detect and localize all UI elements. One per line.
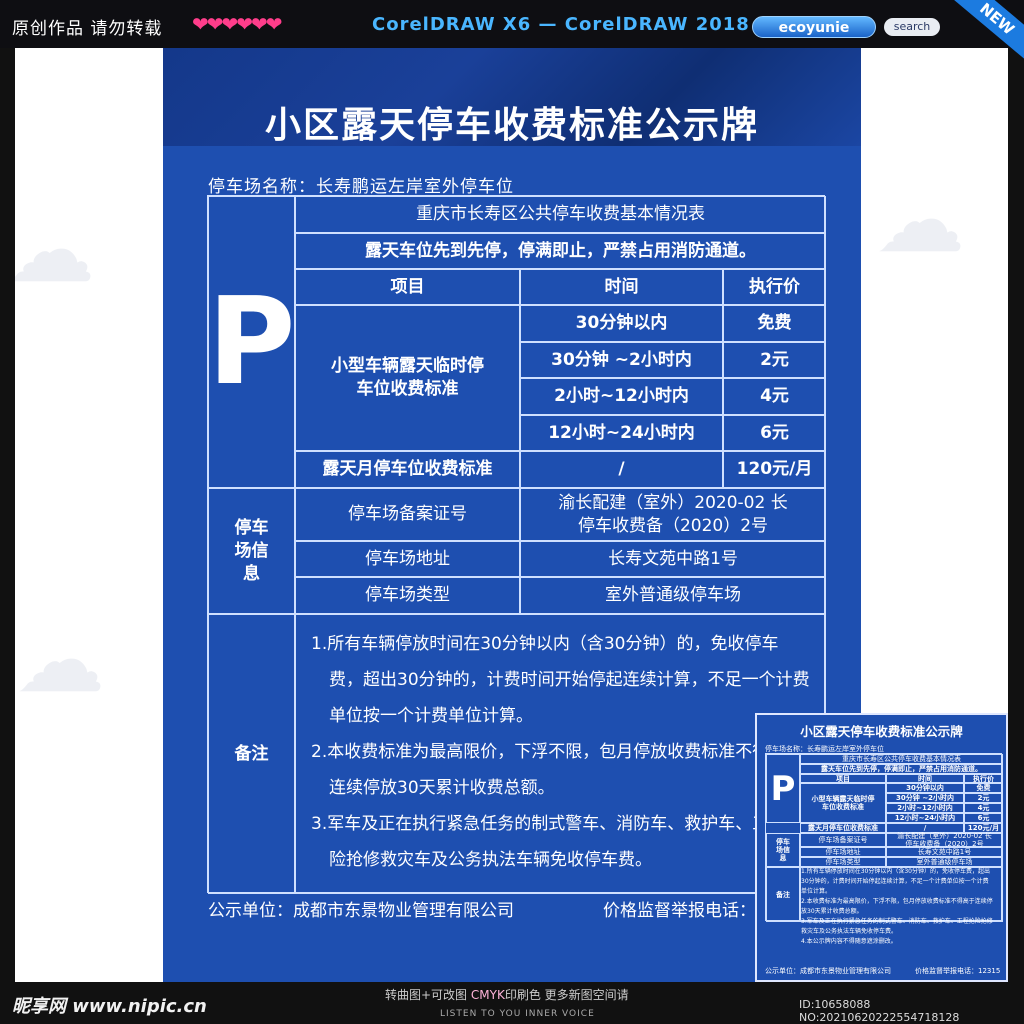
print-info-a: 转曲图+可改图 (385, 988, 471, 1002)
thumb-rate-price: 2元 (964, 793, 1003, 803)
info-value: 长寿文苑中路1号 (520, 541, 826, 577)
header-item: 项目 (295, 269, 520, 305)
rate-price: 6元 (723, 415, 826, 451)
sign-title: 小区露天停车收费标准公示牌 (264, 105, 759, 146)
thumb-info-key: 停车场类型 (800, 857, 886, 867)
rate-time: 2小时~12小时内 (520, 378, 723, 415)
thumb-rate-price: 4元 (964, 803, 1003, 813)
thumb-note: 1.所有车辆停放时间在30分钟以内（含30分钟）的，免收停车费，超出30分钟的，… (801, 868, 990, 895)
thumb-note: 4.本公示牌内容不得随意遮涂删改。 (801, 938, 897, 945)
slogan: LISTEN TO YOU INNER VOICE (440, 1009, 595, 1019)
rate-price: 4元 (723, 378, 826, 415)
top-banner: 原创作品 请勿转载 ❤❤❤❤❤❤ CorelDRAW X6 — CorelDRA… (0, 0, 1024, 65)
monthly-price: 120元/月 (723, 451, 826, 488)
parking-p-icon: P (208, 196, 295, 488)
copyright-notice: 原创作品 请勿转载 (12, 19, 163, 39)
thumb-rate-price: 6元 (964, 813, 1003, 823)
brand-button[interactable]: ecoyunie (752, 16, 876, 38)
site-watermark[interactable]: 昵享网 www.nipic.cn (12, 992, 207, 1018)
thumb-footer: 公示单位：成都市东景物业管理有限公司 价格监督举报电话：12315 (765, 966, 1005, 976)
print-info: 转曲图+可改图 CMYK印刷色 更多新图空间请 (385, 986, 629, 1003)
cmyk-label: CMYK (470, 988, 505, 1002)
preview-canvas: ☁ ☁ ☁ 小区露天停车收费标准公示牌 停车场名称：长寿鹏运左岸室外停车位 P … (15, 48, 1008, 982)
rate-time: 12小时~24小时内 (520, 415, 723, 451)
fee-table: P 重庆市长寿区公共停车收费基本情况表 露天车位先到先停，停满即止，严禁占用消防… (207, 195, 826, 894)
thumb-info-key: 停车场备案证号 (800, 833, 886, 847)
table-title: 重庆市长寿区公共停车收费基本情况表 (295, 196, 826, 233)
lot-name: 停车场名称：长寿鹏运左岸室外停车位 (208, 177, 514, 197)
thumb-info-label: 停车场信 息 (766, 833, 800, 867)
thumb-info-key: 停车场地址 (800, 847, 886, 857)
thumb-rate-time: 30分钟 ~2小时内 (886, 793, 964, 803)
parking-rule: 露天车位先到先停，停满即止，严禁占用消防通道。 (295, 233, 826, 269)
bottom-banner: 昵享网 www.nipic.cn 转曲图+可改图 CMYK印刷色 更多新图空间请… (0, 982, 1024, 1024)
info-value: 渝长配建（室外）2020-02 长停车收费备（2020）2号 (520, 488, 826, 541)
thumb-p-icon: P (766, 754, 800, 823)
thumb-rate-time: 2小时~12小时内 (886, 803, 964, 813)
thumb-notes: 1.所有车辆停放时间在30分钟以内（含30分钟）的，免收停车费，超出30分钟的，… (801, 867, 994, 947)
thumb-notes-label: 备注 (766, 867, 800, 922)
header-price: 执行价 (723, 269, 826, 305)
cloud-ornament-icon: ☁ (15, 198, 95, 303)
thumb-phone: 价格监督举报电话：12315 (915, 967, 1001, 975)
lot-info-label: 停车场信 息 (208, 488, 295, 614)
thumb-note: 2.本收费标准为最高限价，下浮不限，包月停放收费标准不得高于连续停放30天累计收… (801, 898, 993, 915)
thumb-monthly-label: 露天月停车位收费标准 (800, 823, 886, 833)
thumb-rule: 露天车位先到先停，停满即止，严禁占用消防通道。 (800, 764, 1003, 774)
thumb-info-value: 室外普通级停车场 (886, 857, 1003, 867)
monthly-time: / (520, 451, 723, 488)
info-key: 停车场地址 (295, 541, 520, 577)
notes-list: 1.所有车辆停放时间在30分钟以内（含30分钟）的，免收停车费，超出30分钟的，… (295, 614, 826, 882)
thumb-header: 时间 (886, 774, 964, 783)
thumb-temp-label: 小型车辆露天临时停车位收费标准 (800, 783, 886, 823)
note-item: 3.军车及正在执行紧急任务的制式警车、消防车、救护车、工程抢险抢修救灾车及公务执… (311, 814, 804, 870)
rate-time: 30分钟以内 (520, 305, 723, 342)
monthly-label: 露天月停车位收费标准 (295, 451, 520, 488)
info-key: 停车场备案证号 (295, 488, 520, 541)
temp-parking-label: 小型车辆露天临时停车位收费标准 (295, 305, 520, 451)
rate-price: 2元 (723, 342, 826, 378)
rate-price: 免费 (723, 305, 826, 342)
thumb-rate-time: 30分钟以内 (886, 783, 964, 793)
note-item: 1.所有车辆停放时间在30分钟以内（含30分钟）的，免收停车费，超出30分钟的，… (311, 634, 810, 726)
header-time: 时间 (520, 269, 723, 305)
thumbnail-preview: 小区露天停车收费标准公示牌 停车场名称：长寿鹏运左岸室外停车位 P 重庆市长寿区… (755, 713, 1008, 982)
cloud-ornament-icon: ☁ (15, 608, 105, 713)
notes-label: 备注 (208, 614, 295, 894)
thumb-info-value: 渝长配建（室外）2020-02 长停车收费备（2020）2号 (886, 832, 1003, 848)
print-info-c: 印刷色 更多新图空间请 (504, 988, 629, 1002)
search-button[interactable]: search (884, 18, 940, 36)
thumb-table-title: 重庆市长寿区公共停车收费基本情况表 (800, 754, 1003, 764)
thumb-publisher: 公示单位：成都市东景物业管理有限公司 (765, 967, 891, 975)
thumb-info-value: 长寿文苑中路1号 (886, 847, 1003, 857)
thumb-rate-time: 12小时~24小时内 (886, 813, 964, 823)
thumb-rate-price: 免费 (964, 783, 1003, 793)
hearts-icon: ❤❤❤❤❤❤ (192, 12, 283, 36)
rate-time: 30分钟 ~2小时内 (520, 342, 723, 378)
note-item: 4.本公示牌内容不得随意遮涂删改。 (311, 878, 812, 882)
image-id: ID:10658088 NO:20210620222554718128 (799, 998, 960, 1024)
info-value: 室外普通级停车场 (520, 577, 826, 614)
thumb-header: 项目 (800, 774, 886, 783)
info-key: 停车场类型 (295, 577, 520, 614)
note-item: 2.本收费标准为最高限价，下浮不限，包月停放收费标准不得高于连续停放30天累计收… (311, 742, 804, 798)
thumb-header: 执行价 (964, 774, 1003, 783)
thumb-title: 小区露天停车收费标准公示牌 (800, 724, 963, 739)
thumb-note: 3.军车及正在执行紧急任务的制式警车、消防车、救护车、工程抢险抢修救灾车及公务执… (801, 918, 993, 935)
software-version: CorelDRAW X6 — CorelDRAW 2018 (372, 14, 750, 35)
publisher: 公示单位：成都市东景物业管理有限公司 (208, 901, 514, 921)
cloud-ornament-icon: ☁ (875, 168, 965, 273)
